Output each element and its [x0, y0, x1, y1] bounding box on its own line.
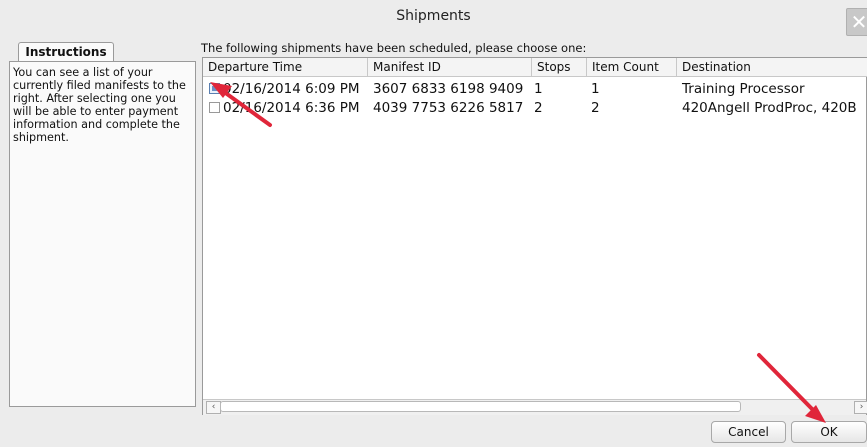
- column-header-stops[interactable]: Stops: [532, 58, 587, 76]
- close-icon[interactable]: ✕: [846, 8, 867, 36]
- scroll-thumb[interactable]: [220, 401, 741, 412]
- cancel-button[interactable]: Cancel: [711, 421, 786, 443]
- departure-time-cell: 02/16/2014 6:36 PM: [223, 100, 360, 116]
- scroll-right-icon[interactable]: ›: [854, 401, 867, 414]
- table-header: Departure Time Manifest ID Stops Item Co…: [203, 58, 867, 77]
- item-count-cell: 1: [591, 81, 600, 97]
- column-header-manifest-id[interactable]: Manifest ID: [368, 58, 532, 76]
- instructions-text: You can see a list of your currently fil…: [13, 66, 186, 144]
- manifest-id-cell: 3607 6833 6198 9409: [373, 81, 524, 97]
- scroll-left-icon[interactable]: ‹: [206, 401, 221, 414]
- ok-button[interactable]: OK: [791, 421, 867, 443]
- departure-time-cell: 02/16/2014 6:09 PM: [223, 81, 360, 97]
- shipments-table: Departure Time Manifest ID Stops Item Co…: [202, 57, 867, 415]
- destination-cell: 420Angell ProdProc, 420B: [682, 100, 857, 116]
- column-header-departure-time[interactable]: Departure Time: [203, 58, 368, 76]
- tab-instructions[interactable]: Instructions: [18, 42, 114, 62]
- table-row[interactable]: 02/16/2014 6:36 PM 4039 7753 6226 5817 2…: [203, 99, 867, 117]
- window-title: Shipments: [396, 8, 471, 24]
- item-count-cell: 2: [591, 100, 600, 116]
- title-bar: Shipments ✕: [0, 0, 867, 36]
- row-select-checkbox[interactable]: [209, 102, 220, 113]
- destination-cell: Training Processor: [682, 81, 805, 97]
- stops-cell: 2: [534, 100, 543, 116]
- table-row[interactable]: 02/16/2014 6:09 PM 3607 6833 6198 9409 1…: [203, 80, 867, 98]
- instructions-panel: You can see a list of your currently fil…: [9, 61, 196, 407]
- shipments-prompt: The following shipments have been schedu…: [201, 41, 587, 55]
- manifest-id-cell: 4039 7753 6226 5817: [373, 100, 524, 116]
- stops-cell: 1: [534, 81, 543, 97]
- row-select-checkbox[interactable]: [209, 83, 220, 94]
- column-header-item-count[interactable]: Item Count: [587, 58, 677, 76]
- horizontal-scrollbar[interactable]: ‹ ›: [203, 399, 867, 415]
- column-header-destination[interactable]: Destination: [677, 58, 867, 76]
